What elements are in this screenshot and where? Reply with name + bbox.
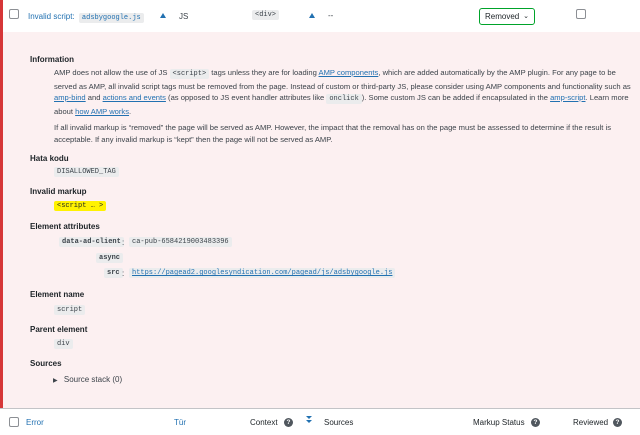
amp-components-link[interactable]: AMP components	[319, 68, 379, 77]
info-text: . Learn more	[585, 93, 629, 102]
status-value: Removed	[485, 12, 520, 21]
info-text: ). Some custom JS can be added if encaps…	[361, 93, 548, 102]
error-code-heading: Hata kodu	[30, 154, 69, 163]
invalid-markup-value: <script … >	[54, 201, 107, 211]
reviewed-checkbox[interactable]	[576, 9, 586, 19]
error-code-value: DISALLOWED_TAG	[54, 167, 119, 177]
info-text: If all invalid markup is “removed” the p…	[54, 123, 612, 132]
triangle-right-icon: ▶	[53, 378, 58, 384]
error-prefix[interactable]: Invalid script:	[28, 12, 75, 21]
source-stack-label: Source stack (0)	[63, 375, 123, 384]
markup-status-select[interactable]: Removed ⌄	[479, 8, 535, 25]
onclick-code: onclick	[326, 94, 362, 104]
attribute-value: ca-pub-6584219003483396	[129, 237, 232, 247]
attribute-separator: :	[122, 269, 125, 278]
select-all-checkbox[interactable]	[9, 417, 19, 427]
error-code[interactable]: adsbygoogle.js	[78, 13, 144, 23]
attribute-name: data-ad-client	[59, 237, 124, 247]
error-details: Information AMP does not allow the use o…	[0, 32, 640, 408]
parent-element-heading: Parent element	[30, 325, 88, 334]
row-select-checkbox[interactable]	[9, 9, 19, 19]
info-text: served as AMP, all invalid script tags m…	[54, 81, 631, 91]
question-circle-icon[interactable]: ?	[284, 418, 293, 427]
info-text: acceptable. If any invalid markup is “ke…	[54, 134, 333, 144]
question-circle-icon[interactable]: ?	[613, 418, 622, 427]
context-value: <div>	[252, 10, 280, 20]
column-reviewed[interactable]: Reviewed	[573, 418, 608, 427]
source-stack-toggle[interactable]: ▶ Source stack (0)	[53, 375, 122, 384]
src-url-link[interactable]: https://pagead2.googlesyndication.com/pa…	[129, 268, 396, 278]
amp-script-link[interactable]: amp-script	[550, 93, 585, 102]
info-text: tags unless they are for loading	[211, 68, 317, 77]
info-text: about	[54, 106, 74, 116]
sources-value: --	[328, 11, 334, 20]
element-name-heading: Element name	[30, 290, 85, 299]
information-paragraph-2: If all invalid markup is “removed” the p…	[54, 122, 634, 145]
question-circle-icon[interactable]: ?	[531, 418, 540, 427]
table-footer-header: Error Tür Context ? Sources Markup Statu…	[0, 408, 640, 435]
info-text: (as opposed to JS event handler attribut…	[168, 93, 325, 102]
column-error[interactable]: Error	[26, 418, 44, 427]
info-text: , which are added automatically by the A…	[378, 68, 616, 77]
element-attributes-heading: Element attributes	[30, 222, 100, 231]
column-context[interactable]: Context	[250, 418, 278, 427]
column-sources[interactable]: Sources	[324, 418, 353, 427]
attribute-name: async	[96, 253, 124, 263]
element-name-value: script	[54, 305, 86, 315]
info-text: .	[129, 106, 132, 116]
info-text: AMP does not allow the use of JS	[54, 68, 168, 77]
actions-events-link[interactable]: actions and events	[103, 93, 166, 102]
info-text: and	[87, 93, 101, 102]
triangle-up-icon[interactable]	[160, 13, 166, 18]
chevron-down-icon: ⌄	[523, 13, 529, 20]
attribute-name: src	[104, 268, 123, 278]
attribute-separator: :	[122, 238, 125, 247]
parent-element-value: div	[54, 339, 73, 349]
validation-error-table: Invalid script: adsbygoogle.js JS <div> …	[0, 0, 640, 435]
script-tag-code: <script>	[169, 69, 210, 79]
error-title[interactable]: Invalid script: adsbygoogle.js	[28, 12, 144, 23]
amp-bind-link[interactable]: amp-bind	[54, 93, 86, 102]
error-row: Invalid script: adsbygoogle.js JS <div> …	[0, 0, 640, 32]
sort-arrows-icon[interactable]	[305, 415, 313, 427]
column-type[interactable]: Tür	[174, 418, 186, 427]
information-heading: Information	[30, 55, 74, 64]
invalid-markup-heading: Invalid markup	[30, 187, 87, 196]
how-amp-works-link[interactable]: how AMP works	[75, 107, 129, 116]
sources-heading: Sources	[30, 359, 62, 368]
type-value: JS	[179, 12, 189, 21]
information-paragraph-1: AMP does not allow the use of JS <script…	[54, 67, 634, 117]
triangle-up-icon[interactable]	[309, 13, 315, 18]
column-markup-status[interactable]: Markup Status	[473, 418, 525, 427]
